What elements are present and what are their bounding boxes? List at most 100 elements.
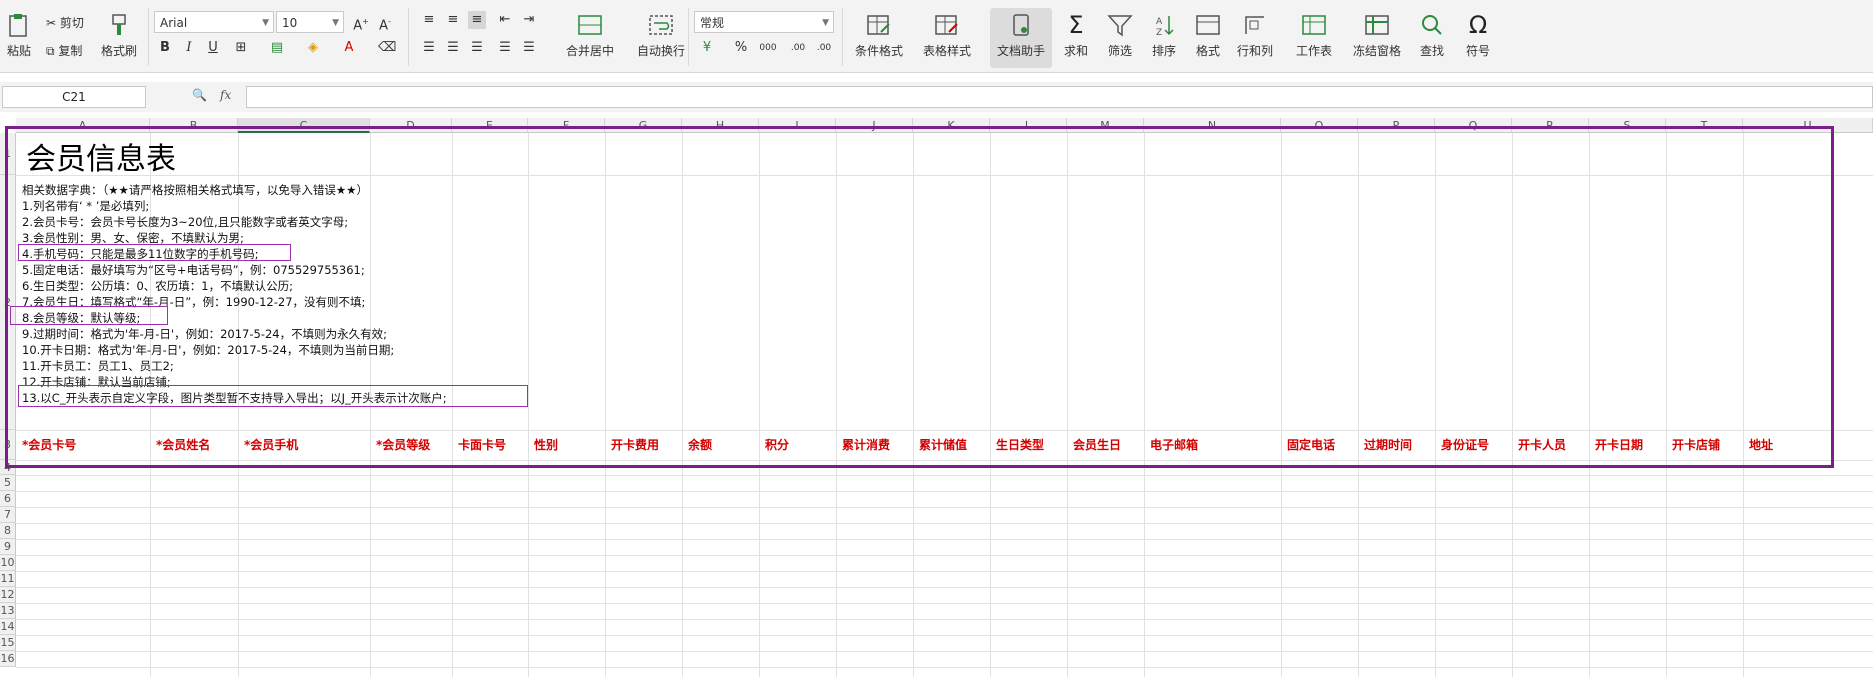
grid-line	[16, 571, 1873, 572]
fill-style-icon[interactable]: ▤	[268, 39, 286, 57]
table-style-button[interactable]: 表格样式	[914, 8, 980, 68]
row-header-11[interactable]: 11	[0, 571, 16, 587]
underline-button[interactable]: U	[204, 39, 222, 57]
font-name-select[interactable]: Arial ▼	[154, 11, 274, 33]
merge-center-button[interactable]: 合并居中	[554, 8, 626, 68]
freeze-panes-button[interactable]: 冻结窗格	[1344, 8, 1410, 68]
copy-icon: ⧉	[46, 44, 55, 58]
formula-input[interactable]	[246, 86, 1873, 108]
wrap-text-label: 自动换行	[636, 44, 685, 58]
distribute-icon[interactable]: ☰	[520, 39, 538, 57]
ribbon-separator	[688, 8, 689, 66]
copy-button[interactable]: ⧉ 复制	[46, 42, 82, 59]
scissors-icon: ✂	[46, 16, 57, 30]
row-header-15[interactable]: 15	[0, 635, 16, 651]
worksheet-button[interactable]: 工作表	[1286, 8, 1342, 68]
svg-text:A: A	[1156, 17, 1163, 27]
row-col-label: 行和列	[1236, 44, 1273, 58]
chevron-down-icon: ▼	[822, 18, 829, 28]
number-format-select[interactable]: 常规 ▼	[694, 11, 834, 33]
align-right-icon[interactable]: ☰	[468, 39, 486, 57]
row-header-7[interactable]: 7	[0, 507, 16, 523]
row-col-button[interactable]: 行和列	[1230, 8, 1280, 68]
format-button[interactable]: 格式	[1186, 8, 1230, 68]
svg-text:Z: Z	[1156, 28, 1162, 38]
merge-icon	[578, 15, 602, 35]
sum-button[interactable]: Σ 求和	[1054, 8, 1098, 68]
sort-button[interactable]: AZ 排序	[1142, 8, 1186, 68]
sum-label: 求和	[1063, 44, 1088, 58]
align-top-icon[interactable]: ≡	[420, 11, 438, 29]
chevron-down-icon: ▼	[262, 18, 269, 28]
brush-icon	[112, 14, 126, 35]
filter-label: 筛选	[1107, 44, 1132, 58]
ribbon-separator	[842, 8, 843, 66]
justify-icon[interactable]: ☰	[496, 39, 514, 57]
wrap-text-button[interactable]: 自动换行	[626, 8, 696, 68]
row-header-6[interactable]: 6	[0, 491, 16, 507]
ribbon-separator	[148, 8, 149, 66]
cut-button[interactable]: ✂ 剪切	[46, 14, 84, 31]
sigma-icon: Σ	[1068, 11, 1084, 39]
row-header-9[interactable]: 9	[0, 539, 16, 555]
doc-assistant-button[interactable]: 文档助手	[990, 8, 1052, 68]
worksheet-label: 工作表	[1295, 44, 1332, 58]
chevron-down-icon: ▼	[332, 18, 339, 28]
grid-line	[16, 635, 1873, 636]
increase-decimal-button[interactable]: .00	[786, 39, 810, 57]
grow-font-icon[interactable]: A+	[352, 13, 370, 33]
row-header-12[interactable]: 12	[0, 587, 16, 603]
sort-icon: AZ	[1156, 16, 1174, 38]
row-col-icon	[1245, 16, 1264, 34]
paste-button[interactable]: 粘贴	[0, 8, 38, 68]
border-icon[interactable]: ⊞	[232, 39, 250, 57]
funnel-icon	[1107, 15, 1133, 37]
row-header-10[interactable]: 10	[0, 555, 16, 571]
fx-icon[interactable]: fx	[220, 88, 231, 102]
symbol-button[interactable]: Ω 符号	[1456, 8, 1500, 68]
paste-label: 粘贴	[6, 44, 31, 58]
cell-reference: C21	[62, 90, 86, 104]
currency-icon[interactable]: ¥	[698, 39, 716, 57]
conditional-format-button[interactable]: 条件格式	[846, 8, 912, 68]
font-color-button[interactable]: A	[340, 39, 358, 57]
zoom-search-icon[interactable]: 🔍	[192, 88, 207, 102]
align-left-icon[interactable]: ☰	[420, 39, 438, 57]
shrink-font-icon[interactable]: A-	[376, 13, 394, 33]
doc-assistant-icon	[1013, 14, 1029, 36]
align-center-icon[interactable]: ☰	[444, 39, 462, 57]
row-header-16[interactable]: 16	[0, 651, 16, 667]
percent-button[interactable]: %	[732, 39, 750, 57]
freeze-icon	[1365, 15, 1389, 35]
number-format-value: 常规	[700, 16, 725, 30]
row-header-13[interactable]: 13	[0, 603, 16, 619]
name-box[interactable]: C21	[2, 86, 146, 108]
row-header-5[interactable]: 5	[0, 475, 16, 491]
table-style-label: 表格样式	[922, 44, 971, 58]
row-header-8[interactable]: 8	[0, 523, 16, 539]
bold-button[interactable]: B	[156, 39, 174, 57]
font-size-select[interactable]: 10 ▼	[276, 11, 344, 33]
ribbon-toolbar: 粘贴 ✂ 剪切 ⧉ 复制 格式刷 Arial ▼ 10 ▼ A+ A- B I U …	[0, 0, 1873, 73]
annotation-box-main	[5, 126, 1834, 468]
align-middle-icon[interactable]: ≡	[444, 11, 462, 29]
thousands-button[interactable]: 000	[756, 39, 780, 57]
worksheet-icon	[1302, 15, 1326, 35]
decrease-decimal-button[interactable]: .00	[812, 39, 836, 57]
italic-button[interactable]: I	[180, 39, 198, 57]
grid-line	[16, 507, 1873, 508]
format-painter-button[interactable]: 格式刷	[96, 8, 142, 68]
sort-label: 排序	[1151, 44, 1176, 58]
copy-label: 复制	[58, 44, 83, 58]
row-header-14[interactable]: 14	[0, 619, 16, 635]
format-painter-label: 格式刷	[100, 44, 137, 58]
find-button[interactable]: 查找	[1410, 8, 1454, 68]
omega-icon: Ω	[1468, 11, 1488, 39]
symbol-label: 符号	[1465, 44, 1490, 58]
indent-increase-icon[interactable]: ⇥	[520, 11, 538, 29]
indent-decrease-icon[interactable]: ⇤	[496, 11, 514, 29]
eraser-icon[interactable]: ⌫	[378, 39, 396, 57]
align-bottom-icon[interactable]: ≡	[468, 11, 486, 29]
fill-color-icon[interactable]: ◈	[304, 39, 322, 57]
filter-button[interactable]: 筛选	[1098, 8, 1142, 68]
